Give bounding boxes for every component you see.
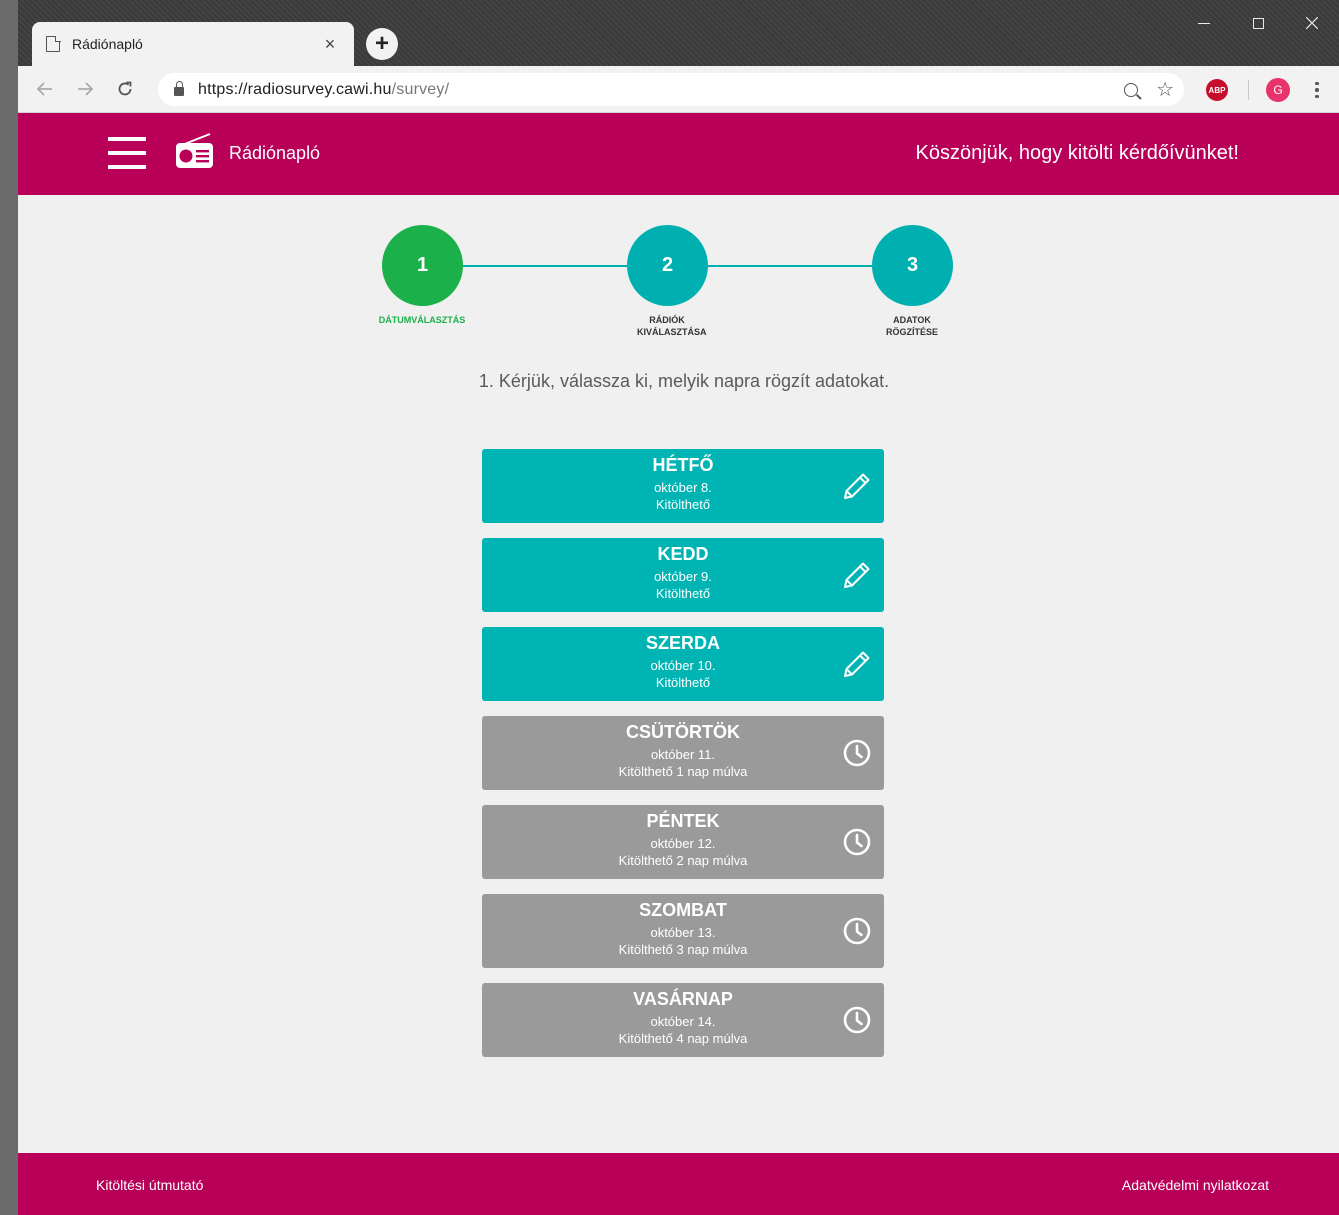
browser-window: Rádiónapló × + https://radiosurvey.cawi.… [0, 0, 1339, 113]
day-date: október 9. [654, 569, 712, 584]
day-card-friday[interactable]: PÉNTEK október 12. Kitölthető 2 nap múlv… [482, 805, 884, 879]
progress-stepper: 1 DÁTUMVÁLASZTÁS 2 RÁDIÓK KIVÁLASZTÁSA 3… [18, 225, 1339, 348]
step-1-circle[interactable]: 1 [382, 225, 463, 306]
day-date: október 8. [654, 480, 712, 495]
day-date: október 13. [650, 925, 716, 940]
day-name: KEDD [657, 544, 709, 564]
reload-button[interactable] [110, 74, 140, 104]
url-path: /survey/ [391, 80, 450, 98]
browser-tab[interactable]: Rádiónapló × [32, 22, 354, 66]
close-icon [1306, 17, 1318, 29]
profile-avatar[interactable]: G [1266, 78, 1290, 102]
zoom-icon[interactable] [1124, 82, 1139, 97]
forward-button[interactable] [70, 74, 100, 104]
step-3-label: ADATOK RÖGZÍTÉSE [886, 315, 939, 337]
clock-icon [843, 1006, 871, 1034]
day-name: CSÜTÖRTÖK [626, 722, 740, 742]
address-bar[interactable]: https://radiosurvey.cawi.hu/survey/ ☆ [158, 73, 1184, 106]
address-bar-actions: ☆ [1124, 73, 1174, 106]
privacy-link[interactable]: Adatvédelmi nyilatkozat [1122, 1177, 1269, 1193]
new-tab-button[interactable]: + [366, 28, 398, 60]
tab-title: Rádiónapló [72, 36, 143, 52]
day-date: október 12. [650, 836, 716, 851]
day-status: Kitölthető 1 nap múlva [618, 764, 748, 779]
instruction-text: 1. Kérjük, válassza ki, melyik napra rög… [478, 371, 890, 391]
day-card-monday[interactable]: HÉTFŐ október 8. Kitölthető [482, 449, 884, 523]
tab-strip: Rádiónapló × + [18, 0, 1339, 66]
day-date: október 14. [650, 1014, 716, 1029]
page: Rádiónapló Köszönjük, hogy kitölti kérdő… [18, 113, 1339, 1215]
tab-close-icon[interactable]: × [320, 34, 340, 55]
clock-icon [843, 828, 871, 856]
step-2-circle[interactable]: 2 [627, 225, 708, 306]
url-host: https://radiosurvey.cawi.hu [198, 80, 392, 98]
day-name: HÉTFŐ [652, 455, 714, 475]
day-card-saturday[interactable]: SZOMBAT október 13. Kitölthető 3 nap múl… [482, 894, 884, 968]
hamburger-menu-icon[interactable] [108, 136, 146, 170]
step-2-label: RÁDIÓK KIVÁLASZTÁSA [637, 315, 707, 337]
browser-toolbar: https://radiosurvey.cawi.hu/survey/ ☆ AB… [18, 66, 1339, 113]
reload-icon [118, 81, 132, 96]
step-1-label: DÁTUMVÁLASZTÁS [378, 315, 466, 325]
day-list: HÉTFŐ október 8. Kitölthető KEDD október… [482, 449, 884, 1072]
lock-icon [174, 81, 184, 96]
adblock-icon[interactable]: ABP [1206, 79, 1228, 101]
pencil-icon [844, 651, 870, 677]
header-message: Köszönjük, hogy kitölti kérdőívünket! [915, 142, 1239, 164]
day-date: október 11. [650, 747, 716, 762]
brand-name: Rádiónapló [229, 143, 321, 163]
minimize-button[interactable] [1177, 0, 1231, 46]
day-status: Kitölthető 2 nap múlva [618, 853, 748, 868]
day-name: SZOMBAT [639, 900, 727, 920]
day-card-tuesday[interactable]: KEDD október 9. Kitölthető [482, 538, 884, 612]
window-edge [0, 0, 18, 1215]
day-name: PÉNTEK [646, 811, 720, 831]
guide-link[interactable]: Kitöltési útmutató [96, 1177, 203, 1193]
maximize-icon [1252, 17, 1264, 29]
url-redaction [449, 81, 634, 98]
clock-icon [843, 739, 871, 767]
day-name: SZERDA [645, 633, 720, 653]
site-header: Rádiónapló Köszönjük, hogy kitölti kérdő… [18, 113, 1339, 195]
day-name: VASÁRNAP [633, 989, 733, 1009]
day-status: Kitölthető 3 nap múlva [618, 942, 748, 957]
day-card-sunday[interactable]: VASÁRNAP október 14. Kitölthető 4 nap mú… [482, 983, 884, 1057]
day-status: Kitölthető [655, 497, 711, 512]
step-3-circle[interactable]: 3 [872, 225, 953, 306]
clock-icon [843, 917, 871, 945]
pencil-icon [844, 562, 870, 588]
bookmark-star-icon[interactable]: ☆ [1156, 80, 1174, 100]
day-date: október 10. [650, 658, 716, 673]
url-text: https://radiosurvey.cawi.hu/survey/ [198, 80, 634, 99]
day-card-thursday[interactable]: CSÜTÖRTÖK október 11. Kitölthető 1 nap m… [482, 716, 884, 790]
day-card-wednesday[interactable]: SZERDA október 10. Kitölthető [482, 627, 884, 701]
site-footer: Kitöltési útmutató Adatvédelmi nyilatkoz… [18, 1153, 1339, 1215]
browser-menu-icon[interactable] [1312, 78, 1322, 102]
pencil-icon [844, 473, 870, 499]
radio-logo-icon [176, 133, 213, 168]
page-icon [46, 35, 61, 52]
day-status: Kitölthető [655, 586, 711, 601]
forward-arrow-icon [78, 82, 93, 96]
back-arrow-icon [37, 82, 52, 96]
minimize-icon [1198, 22, 1210, 24]
maximize-button[interactable] [1231, 0, 1285, 46]
day-status: Kitölthető [655, 675, 711, 690]
toolbar-divider [1248, 80, 1249, 100]
window-controls [1177, 0, 1339, 46]
day-status: Kitölthető 4 nap múlva [618, 1031, 748, 1046]
close-window-button[interactable] [1285, 0, 1339, 46]
back-button[interactable] [30, 74, 60, 104]
